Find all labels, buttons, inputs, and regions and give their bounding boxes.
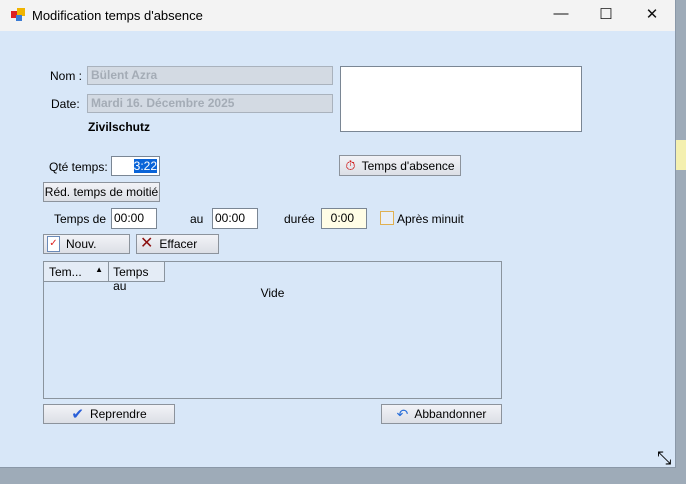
resize-cursor-icon[interactable]: ⤡ (657, 448, 671, 469)
app-icon (11, 8, 25, 21)
from-label: Temps de (54, 212, 107, 226)
abbandonner-button[interactable]: ↶ Abbandonner (381, 404, 502, 424)
abbandonner-label: Abbandonner (414, 407, 487, 421)
notes-textarea[interactable] (340, 66, 582, 132)
nom-field: Bülent Azra (87, 66, 333, 85)
from-input[interactable]: 00:00 (111, 208, 157, 229)
after-midnight-label: Après minuit (397, 212, 464, 226)
column-header-from[interactable]: Tem... ▲ (44, 262, 110, 281)
date-field: Mardi 16. Décembre 2025 (87, 94, 333, 113)
maximize-button[interactable]: ☐ (591, 5, 621, 23)
stopwatch-icon: ⏱ (345, 157, 356, 173)
title-bar[interactable]: Modification temps d'absence — ☐ ✕ (0, 0, 675, 31)
new-label: Nouv. (66, 237, 97, 251)
sort-ascending-icon: ▲ (95, 265, 104, 274)
absence-time-button[interactable]: ⏱ Temps d'absence (339, 155, 461, 176)
qte-label: Qté temps: (49, 160, 108, 174)
new-button[interactable]: ✓ Nouv. (43, 234, 130, 254)
qte-input[interactable]: 3:22 (111, 156, 160, 176)
checkmark-icon: ✔ (71, 406, 84, 423)
to-input[interactable]: 00:00 (212, 208, 258, 229)
column-header-to[interactable]: Temps au (109, 262, 164, 293)
duration-field: 0:00 (321, 208, 367, 229)
delete-button[interactable]: ✕ Effacer (136, 234, 219, 254)
reprendre-label: Reprendre (89, 407, 147, 421)
date-label: Date: (51, 97, 80, 111)
after-midnight-checkbox[interactable] (380, 211, 394, 225)
time-list[interactable]: Tem... ▲ Temps au Vide (43, 261, 502, 399)
delete-x-icon: ✕ (140, 235, 154, 252)
nom-label: Nom : (50, 69, 83, 83)
empty-list-text: Vide (260, 286, 285, 300)
half-time-button[interactable]: Réd. temps de moitié (43, 182, 160, 202)
undo-icon: ↶ (396, 405, 409, 422)
category-label: Zivilschutz (88, 120, 151, 134)
window-title: Modification temps d'absence (32, 8, 203, 23)
to-label: au (190, 212, 204, 226)
new-document-icon: ✓ (47, 236, 60, 252)
delete-label: Effacer (159, 237, 198, 251)
reprendre-button[interactable]: ✔ Reprendre (43, 404, 175, 424)
list-header: Tem... ▲ Temps au (44, 262, 165, 293)
column-label: Tem... (49, 265, 82, 279)
duration-label: durée (284, 212, 315, 226)
close-button[interactable]: ✕ (637, 5, 667, 23)
qte-value: 3:22 (133, 159, 157, 173)
background-window (676, 140, 686, 170)
absence-time-label: Temps d'absence (361, 158, 455, 173)
dialog-window: Modification temps d'absence — ☐ ✕ Nom :… (0, 0, 676, 468)
minimize-button[interactable]: — (546, 5, 576, 22)
